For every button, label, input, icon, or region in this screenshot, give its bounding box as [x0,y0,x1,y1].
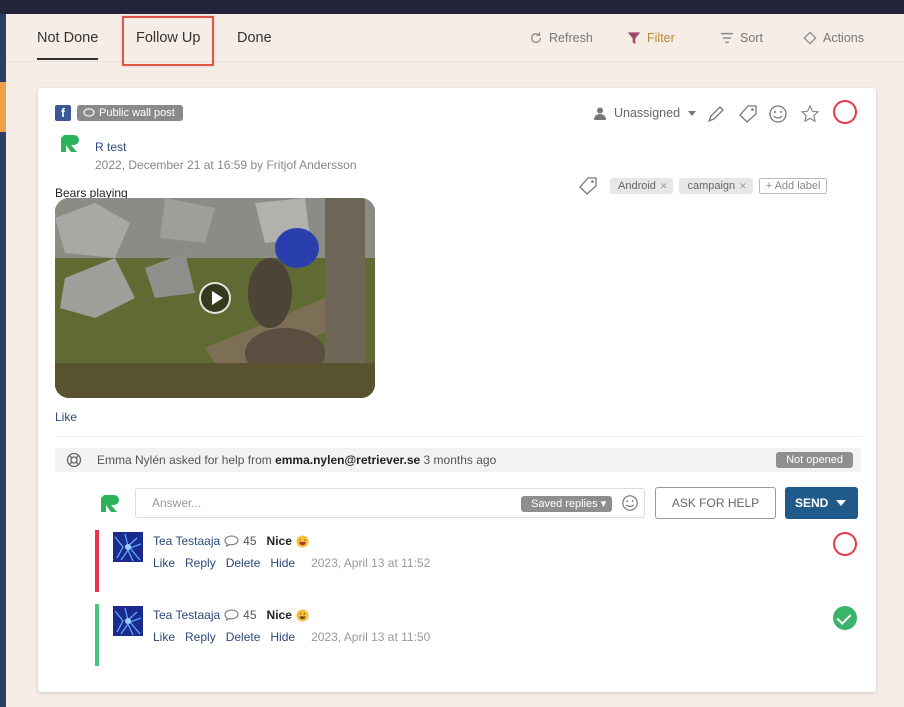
reply-comment-count: 45 [243,534,257,548]
reply-timestamp: 2023, April 13 at 11:52 [311,556,431,570]
avatar[interactable] [113,606,143,636]
assignee-label: Unassigned [614,106,681,120]
tab-bar: Not Done Follow Up Done Refresh Filter S… [6,14,904,66]
post-type-badge: Public wall post [77,105,183,121]
reply-reply-link[interactable]: Reply [185,630,216,644]
reply-header: Tea Testaaja 45 Nice [153,534,309,548]
ask-for-help-button[interactable]: ASK FOR HELP [655,487,776,519]
refresh-icon [531,32,541,44]
actions-button[interactable]: Actions [803,31,864,45]
label-chip[interactable]: Android ✕ [610,178,674,194]
sort-icon [720,32,734,44]
assignee-dropdown[interactable]: Unassigned [594,106,697,120]
reply-actions: Like Reply Delete Hide 2023, April 13 at… [153,556,430,570]
speech-bubble-icon [83,108,95,117]
laughing-emoji-icon [296,534,309,548]
answer-box: Saved replies ▾ [135,488,645,518]
comment-icon [224,535,239,547]
saved-replies-label: Saved replies [531,498,598,510]
caret-down-icon[interactable] [836,500,846,506]
emoji-icon[interactable] [621,494,639,512]
reply-reply-link[interactable]: Reply [185,556,216,570]
refresh-button[interactable]: Refresh [529,31,593,45]
like-link[interactable]: Like [55,410,77,424]
post-author[interactable]: R test [95,140,126,154]
reply-status-bar [95,530,99,592]
tab-done[interactable]: Done [237,30,272,46]
filter-icon [627,32,641,45]
help-request-time: 3 months ago [423,453,497,467]
main-panel: Not Done Follow Up Done Refresh Filter S… [6,14,904,707]
status-done-icon[interactable] [833,606,857,630]
reply-header: Tea Testaaja 45 Nice [153,608,309,622]
reply-item: Tea Testaaja 45 Nice Like Reply Delete H… [95,530,865,592]
star-icon[interactable] [800,104,820,124]
help-request-text: Emma Nylén asked for help from emma.nyle… [97,453,496,467]
facebook-icon: f [55,105,71,121]
grinning-emoji-icon [296,608,309,622]
status-badge: Not opened [776,452,853,468]
help-request-bar: Emma Nylén asked for help from emma.nyle… [55,448,861,472]
close-icon[interactable]: ✕ [660,178,668,194]
send-button[interactable]: SEND [785,487,858,519]
help-request-prefix: Emma Nylén asked for help from [97,453,272,467]
filter-button[interactable]: Filter [627,31,675,45]
label-chip[interactable]: campaign ✕ [679,178,753,194]
reply-like-link[interactable]: Like [153,556,175,570]
reply-hide-link[interactable]: Hide [270,630,295,644]
retriever-logo-icon [101,495,119,512]
avatar[interactable] [113,532,143,562]
reply-message: Nice [266,534,292,548]
actions-icon [803,31,817,45]
tag-icon [579,177,597,195]
tab-follow-up[interactable]: Follow Up [136,30,200,46]
reply-delete-link[interactable]: Delete [226,630,261,644]
person-icon [594,107,606,120]
caret-down-icon: ▾ [600,498,607,510]
label-text: campaign [687,180,736,192]
actions-label: Actions [823,31,864,45]
post-card: f Public wall post R test 2022, December… [38,88,876,692]
label-list: Android ✕ campaign ✕ + Add label [578,176,828,196]
help-request-email: emma.nylen@retriever.se [275,453,421,467]
reply-actions: Like Reply Delete Hide 2023, April 13 at… [153,630,430,644]
status-open-icon[interactable] [833,532,857,556]
reply-comment-count: 45 [243,608,257,622]
emoji-icon[interactable] [768,104,788,124]
top-bar [0,0,904,14]
divider [55,436,863,437]
reply-item: Tea Testaaja 45 Nice Like Reply Delete H… [95,604,865,666]
status-open-icon[interactable] [833,100,857,124]
video-thumbnail[interactable] [55,198,375,398]
add-label-text: Add label [774,180,821,192]
filter-label: Filter [647,31,675,45]
reply-author[interactable]: Tea Testaaja [153,534,220,548]
comment-icon [224,609,239,621]
post-meta: 2022, December 21 at 16:59 by Fritjof An… [95,158,357,172]
post-type-label: Public wall post [99,107,175,119]
reply-delete-link[interactable]: Delete [226,556,261,570]
refresh-label: Refresh [549,31,593,45]
reply-like-link[interactable]: Like [153,630,175,644]
reply-timestamp: 2023, April 13 at 11:50 [311,630,431,644]
add-label-button[interactable]: + Add label [758,178,828,194]
reply-author[interactable]: Tea Testaaja [153,608,220,622]
tag-icon[interactable] [738,104,758,124]
reply-status-bar [95,604,99,666]
reply-message: Nice [266,608,292,622]
sort-label: Sort [740,31,763,45]
answer-input[interactable] [137,490,517,516]
chevron-down-icon [688,110,697,116]
saved-replies-dropdown[interactable]: Saved replies ▾ [521,496,613,512]
reply-hide-link[interactable]: Hide [270,556,295,570]
play-icon[interactable] [199,282,231,314]
label-text: Android [618,180,656,192]
send-label: SEND [795,496,829,510]
sort-button[interactable]: Sort [720,31,763,45]
lifebuoy-icon [66,452,82,468]
close-icon[interactable]: ✕ [739,178,747,194]
pencil-icon[interactable] [706,104,726,124]
retriever-logo-icon [61,135,79,152]
tab-not-done[interactable]: Not Done [37,30,99,60]
